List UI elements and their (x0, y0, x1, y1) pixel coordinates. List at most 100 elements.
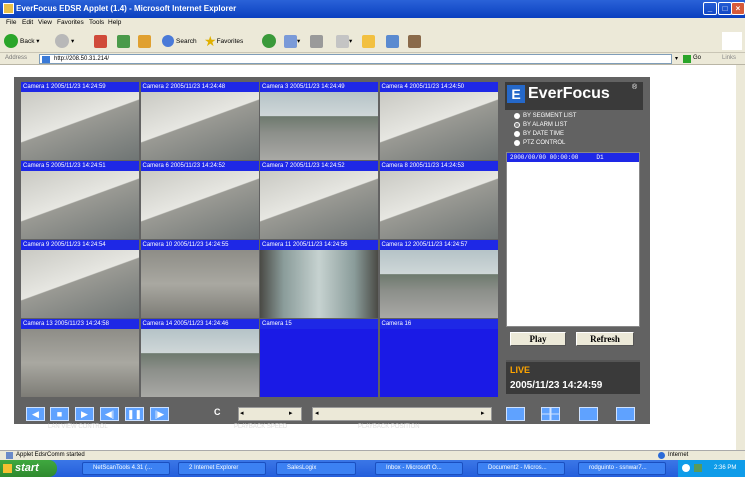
forward-arrow-icon (55, 34, 69, 48)
camera-label: Camera 9 2005/11/23 14:24:54 (21, 240, 139, 250)
camera-label: Camera 10 2005/11/23 14:24:55 (140, 240, 259, 250)
search-button[interactable]: Search (162, 32, 197, 50)
camera-tile-7[interactable]: Camera 7 2005/11/23 14:24:52 (260, 161, 378, 239)
tray-network-icon[interactable] (694, 464, 702, 472)
home-icon (138, 34, 151, 48)
layout-quad-button[interactable] (541, 407, 560, 421)
camera-tile-8[interactable]: Camera 8 2005/11/23 14:24:53 (379, 161, 498, 239)
camera-tile-4[interactable]: Camera 4 2005/11/23 14:24:50 (379, 82, 498, 160)
links-button[interactable]: Links (722, 55, 736, 61)
camera-label: Camera 3 2005/11/23 14:24:49 (260, 82, 378, 92)
tray-icon[interactable] (682, 464, 690, 472)
pause-icon[interactable]: ❚❚ (125, 407, 144, 421)
play-icon[interactable]: ▶ (75, 407, 94, 421)
mail-button[interactable]: ▾ (284, 32, 300, 50)
camera-feed-8 (379, 171, 498, 239)
browser-toolbar: Back ▾ ▾ Search ★ Favorites ▾ ▾ (0, 29, 745, 53)
minimize-button[interactable]: _ (703, 2, 717, 15)
scrollbar[interactable] (736, 65, 745, 450)
task-outlook-inbox[interactable]: Inbox - Microsoft O... (375, 462, 463, 475)
position-right-arrow-icon[interactable]: ▸ (481, 409, 485, 417)
segment-list[interactable]: 2000/00/00 00:00:00 D1 (506, 152, 640, 327)
layout-sixteen-button[interactable] (616, 407, 635, 421)
camera-tile-3[interactable]: Camera 3 2005/11/23 14:24:49 (260, 82, 378, 160)
speed-right-arrow-icon[interactable]: ▸ (289, 409, 293, 417)
camera-tile-5[interactable]: Camera 5 2005/11/23 14:24:51 (21, 161, 139, 239)
step-back-icon[interactable]: ◀| (100, 407, 119, 421)
camera-feed-9 (21, 250, 139, 318)
playback-position-slider[interactable]: ◂ ▸ (312, 407, 492, 421)
stop-icon[interactable]: ■ (50, 407, 69, 421)
address-dropdown-icon[interactable]: ▾ (675, 55, 678, 62)
status-bar: Applet EdsrComm started Internet (0, 450, 745, 460)
windows-logo (722, 32, 742, 50)
refresh-button-applet[interactable]: Refresh (576, 332, 634, 346)
live-panel: LIVE 2005/11/23 14:24:59 (506, 360, 640, 394)
back-button[interactable]: Back ▾ (4, 32, 40, 50)
camera-tile-14[interactable]: Camera 14 2005/11/23 14:24:46 (140, 319, 259, 397)
folder-button[interactable] (362, 32, 375, 50)
menu-help[interactable]: Help (108, 19, 121, 26)
menu-tools[interactable]: Tools (89, 19, 104, 26)
camera-tile-12[interactable]: Camera 12 2005/11/23 14:24:57 (379, 240, 498, 318)
everfocus-logo-icon: E (507, 85, 525, 103)
mode-segment-list[interactable]: BY SEGMENT LIST (514, 113, 576, 119)
favorites-button[interactable]: ★ Favorites (204, 32, 243, 50)
menu-file[interactable]: File (6, 19, 16, 26)
rewind-icon[interactable]: ◀ (26, 407, 45, 421)
camera-tile-9[interactable]: Camera 9 2005/11/23 14:24:54 (21, 240, 139, 318)
forward-button[interactable]: ▾ (55, 32, 74, 50)
camera-tile-6[interactable]: Camera 6 2005/11/23 14:24:52 (140, 161, 259, 239)
edit-button[interactable]: ▾ (336, 32, 352, 50)
menu-favorites[interactable]: Favorites (57, 19, 84, 26)
fast-forward-icon[interactable]: |▶ (150, 407, 169, 421)
mode-alarm-list[interactable]: BY ALARM LIST (514, 122, 567, 128)
messenger-button[interactable] (386, 32, 399, 50)
camera-label: Camera 7 2005/11/23 14:24:52 (260, 161, 378, 171)
position-left-arrow-icon[interactable]: ◂ (315, 409, 319, 417)
camera-tile-10[interactable]: Camera 10 2005/11/23 14:24:55 (140, 240, 259, 318)
address-input[interactable]: http://208.50.31.214/ (39, 54, 672, 64)
playback-speed-slider[interactable]: ◂ ▸ (238, 407, 302, 421)
camera-tile-13[interactable]: Camera 13 2005/11/23 14:24:58 (21, 319, 139, 397)
layout-single-button[interactable] (506, 407, 525, 421)
history-button[interactable] (262, 32, 278, 50)
camera-label: Camera 16 (379, 319, 498, 329)
home-button[interactable] (138, 32, 151, 50)
segment-list-row[interactable]: 2000/00/00 00:00:00 D1 (507, 153, 639, 162)
camera-tile-16[interactable]: Camera 16 (379, 319, 498, 397)
people-button[interactable] (408, 32, 421, 50)
edsr-applet: Camera 1 2005/11/23 14:24:59 Camera 2 200… (14, 77, 650, 430)
play-button[interactable]: Play (510, 332, 566, 346)
print-button[interactable] (310, 32, 323, 50)
close-button[interactable]: × (731, 2, 745, 15)
task-internet-explorer[interactable]: 2 Internet Explorer (178, 462, 266, 475)
camera-tile-15[interactable]: Camera 15 (260, 319, 378, 397)
task-saleslogix[interactable]: SalesLogix (276, 462, 356, 475)
task-netscantools[interactable]: NetScanTools 4.31 (... (82, 462, 170, 475)
camera-tile-1[interactable]: Camera 1 2005/11/23 14:24:59 (21, 82, 139, 160)
mode-date-time[interactable]: BY DATE TIME (514, 131, 564, 137)
camera-tile-2[interactable]: Camera 2 2005/11/23 14:24:48 (140, 82, 259, 160)
camera-feed-11 (260, 250, 378, 318)
print-icon (310, 34, 323, 48)
speed-left-arrow-icon[interactable]: ◂ (240, 409, 244, 417)
radio-icon (514, 131, 520, 137)
menu-view[interactable]: View (38, 19, 52, 26)
refresh-button[interactable] (117, 32, 130, 50)
camera-label: Camera 11 2005/11/23 14:24:56 (260, 240, 378, 250)
task-document2[interactable]: Document2 - Micros... (477, 462, 565, 475)
camera-label: Camera 14 2005/11/23 14:24:46 (140, 319, 259, 329)
stop-button[interactable] (94, 32, 107, 50)
mode-ptz-control[interactable]: PTZ CONTROL (514, 140, 565, 146)
layout-nine-button[interactable] (579, 407, 598, 421)
menu-edit[interactable]: Edit (22, 19, 33, 26)
camera-label: Camera 8 2005/11/23 14:24:53 (379, 161, 498, 171)
go-button[interactable]: Go (693, 55, 701, 61)
go-arrow-icon[interactable] (683, 55, 691, 63)
maximize-button[interactable]: □ (718, 2, 732, 15)
start-button[interactable]: start (0, 460, 57, 477)
camera-label: Camera 12 2005/11/23 14:24:57 (379, 240, 498, 250)
camera-tile-11[interactable]: Camera 11 2005/11/23 14:24:56 (260, 240, 378, 318)
task-rodguinto[interactable]: rodguinto - ssnwar7... (578, 462, 666, 475)
